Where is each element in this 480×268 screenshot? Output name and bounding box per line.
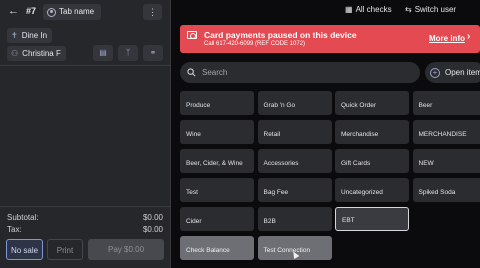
menu-tile[interactable]: Beer: [412, 91, 480, 115]
link-icon[interactable]: ⚭: [143, 45, 163, 61]
tax-value: $0.00: [142, 225, 163, 234]
dining-option-button[interactable]: ✝ Dine In: [7, 28, 53, 43]
more-vertical-icon[interactable]: ⋮: [143, 4, 162, 20]
menu-tile[interactable]: Uncategorized: [335, 178, 409, 202]
menu-tile[interactable]: Accessories: [257, 149, 332, 173]
card-paused-banner: Card payments paused on this device Call…: [180, 25, 480, 53]
no-sale-button[interactable]: No sale: [6, 239, 43, 260]
menu-tile[interactable]: Merchandise: [335, 120, 409, 144]
menu-tile[interactable]: NEW: [412, 149, 480, 173]
menu-tile[interactable]: EBT: [335, 207, 409, 231]
menu-tile[interactable]: Quick Order: [335, 91, 409, 115]
menu-tile[interactable]: Gift Cards: [335, 149, 409, 173]
print-button[interactable]: Print: [47, 239, 83, 260]
split-icon[interactable]: ᛉ: [118, 45, 138, 61]
search-input[interactable]: [202, 68, 392, 77]
switch-user-button[interactable]: ⇆ Switch user: [405, 5, 456, 14]
menu-tile[interactable]: Bag Fee: [257, 178, 332, 202]
banner-title: Card payments paused on this device: [204, 30, 357, 40]
divider: [0, 206, 171, 207]
divider: [0, 65, 171, 66]
checks-icon: ▦: [345, 5, 353, 14]
tax-label: Tax:: [7, 225, 22, 234]
guest-button[interactable]: ⚇ Christina F: [7, 46, 66, 61]
open-item-label: Open item: [445, 68, 480, 77]
search-icon: [187, 68, 196, 77]
menu-tile[interactable]: Produce: [180, 91, 254, 115]
banner-subtitle: Call 617-420-6099 (REF CODE 1072): [204, 41, 306, 47]
subtotal-row: Subtotal: $0.00: [7, 213, 163, 222]
open-item-button[interactable]: + Open item: [425, 62, 480, 83]
plus-circle-icon: +: [430, 67, 440, 78]
more-info-link[interactable]: More info: [429, 34, 465, 43]
user-icon: [47, 7, 56, 17]
menu-tile[interactable]: Wine: [180, 120, 254, 144]
search-bar[interactable]: [180, 62, 420, 83]
menu-tile[interactable]: Beer, Cider, & Wine: [180, 149, 254, 173]
tax-row: Tax: $0.00: [7, 225, 163, 234]
order-topbar: ← #7 Tab name ⋮: [0, 0, 171, 24]
dining-option-label: Dine In: [21, 31, 48, 40]
receipt-icon[interactable]: ▤: [93, 45, 113, 61]
order-panel: ← #7 Tab name ⋮ ✝ Dine In ⚇ Christina F …: [0, 0, 171, 268]
menu-tile[interactable]: Retail: [257, 120, 332, 144]
menu-tile[interactable]: MERCHANDISE: [412, 120, 480, 144]
menu-tile[interactable]: B2B: [257, 207, 332, 231]
menu-tile[interactable]: Grab 'n Go: [257, 91, 332, 115]
back-arrow-icon[interactable]: ←: [8, 5, 19, 17]
menu-tile[interactable]: Test: [180, 178, 254, 202]
menu-tile[interactable]: Spiked Soda: [412, 178, 480, 202]
tab-name-label: Tab name: [59, 7, 95, 16]
guest-name: Christina F: [22, 49, 61, 58]
user-group-icon: ⚇: [11, 49, 19, 58]
menu-tile[interactable]: Check Balance: [180, 236, 254, 260]
menu-tile[interactable]: Cider: [180, 207, 254, 231]
pay-button[interactable]: Pay $0.00: [88, 239, 164, 260]
ticket-number: #7: [26, 6, 37, 16]
switch-user-label: Switch user: [414, 5, 457, 14]
switch-user-icon: ⇆: [405, 5, 412, 14]
all-checks-label: All checks: [355, 5, 392, 14]
menu-grid: Produce Grab 'n Go Quick Order Beer Wine Reta…: [179, 90, 480, 268]
subtotal-label: Subtotal:: [7, 213, 39, 222]
chevron-right-icon[interactable]: ›: [467, 31, 470, 42]
all-checks-button[interactable]: ▦ All checks: [345, 5, 392, 14]
camera-off-icon: [187, 31, 197, 39]
tab-name-button[interactable]: Tab name: [43, 4, 102, 20]
utensils-icon: ✝: [11, 31, 18, 40]
subtotal-value: $0.00: [142, 213, 163, 222]
